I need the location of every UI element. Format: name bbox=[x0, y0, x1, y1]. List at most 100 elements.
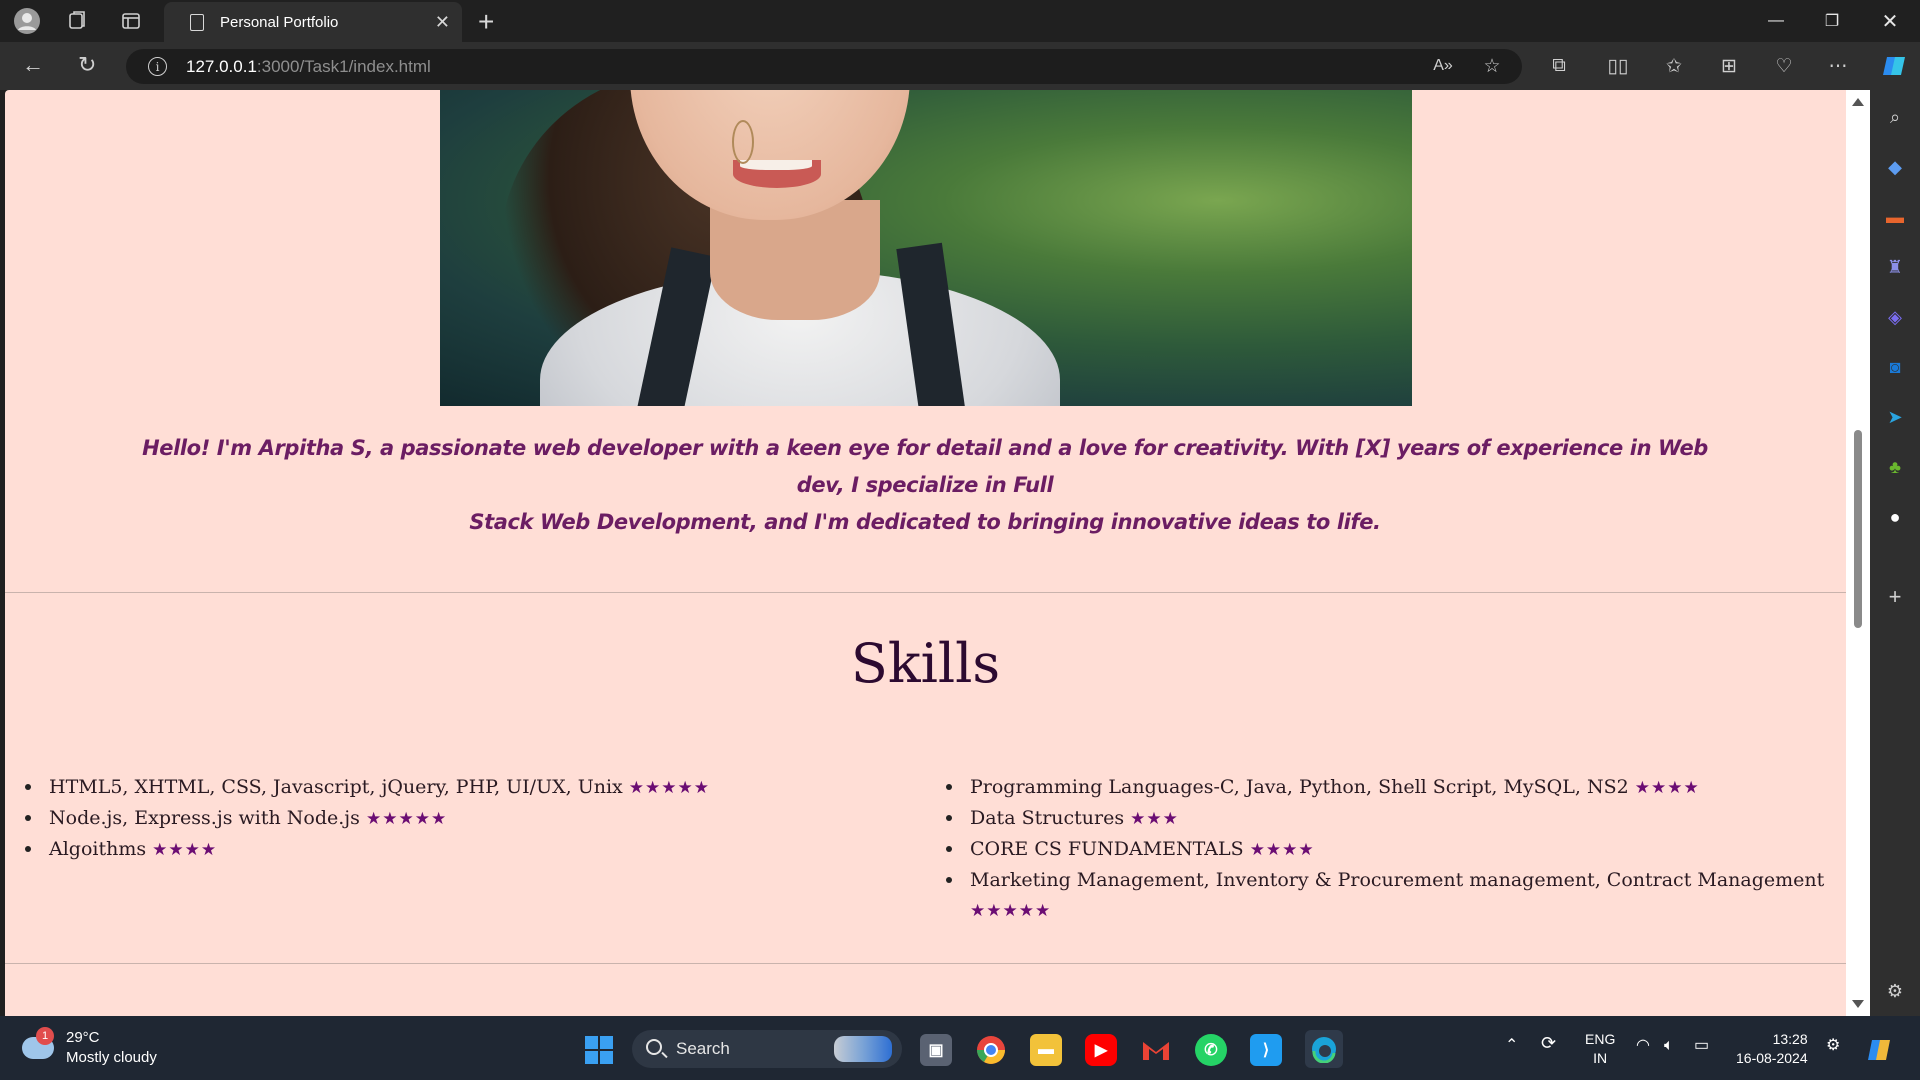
show-hidden-icons[interactable]: ⌃ bbox=[1505, 1036, 1518, 1055]
tab-personal-portfolio[interactable]: Personal Portfolio ✕ bbox=[164, 2, 462, 42]
rating-stars: ★★★ bbox=[1130, 809, 1179, 829]
document-icon bbox=[190, 13, 204, 31]
search-label: Search bbox=[676, 1039, 730, 1058]
language-indicator[interactable]: ENG IN bbox=[1585, 1030, 1615, 1068]
intro-line-1: Hello! I'm Arpitha S, a passionate web d… bbox=[142, 436, 1708, 497]
clock[interactable]: 13:28 16-08-2024 bbox=[1736, 1030, 1808, 1068]
whatsapp-icon[interactable]: ✆ bbox=[1195, 1034, 1227, 1066]
battery-icon[interactable]: ▭ bbox=[1694, 1036, 1709, 1055]
search-highlight-image bbox=[834, 1036, 892, 1062]
rating-stars: ★★★★★ bbox=[628, 778, 710, 798]
close-tab-icon[interactable]: ✕ bbox=[435, 12, 450, 33]
sidebar-add-icon[interactable]: + bbox=[1884, 584, 1906, 609]
sidebar-tree-icon[interactable]: ♣ bbox=[1884, 456, 1906, 478]
rating-stars: ★★★★ bbox=[152, 840, 218, 860]
browser-title-bar: Personal Portfolio ✕ + — ❐ ✕ bbox=[0, 0, 1920, 42]
rating-stars: ★★★★ bbox=[1249, 840, 1315, 860]
skill-item: Data Structures ★★★ bbox=[946, 803, 1826, 834]
site-info-icon[interactable]: i bbox=[148, 57, 167, 76]
tab-title: Personal Portfolio bbox=[220, 13, 339, 31]
rating-stars: ★★★★★ bbox=[970, 901, 1052, 921]
page-viewport: Hello! I'm Arpitha S, a passionate web d… bbox=[5, 90, 1846, 1016]
photo-earring bbox=[732, 120, 754, 164]
gmail-icon[interactable] bbox=[1140, 1034, 1172, 1066]
skill-item: Programming Languages-C, Java, Python, S… bbox=[946, 772, 1826, 803]
address-toolbar: ← ↻ i 127.0.0.1:3000/Task1/index.html A»… bbox=[0, 42, 1920, 90]
windows-start-icon[interactable] bbox=[585, 1036, 613, 1064]
vscode-icon[interactable]: ⟩ bbox=[1250, 1034, 1282, 1066]
split-screen-icon[interactable]: ▯▯ bbox=[1604, 52, 1632, 80]
favorite-star-icon[interactable]: ☆ bbox=[1478, 52, 1506, 80]
sidebar-outlook-icon[interactable]: ◙ bbox=[1884, 356, 1906, 378]
sidebar-search-icon[interactable]: ⌕ bbox=[1884, 106, 1906, 128]
url-host: 127.0.0.1 bbox=[186, 56, 257, 76]
skills-list-left: HTML5, XHTML, CSS, Javascript, jQuery, P… bbox=[25, 772, 925, 865]
intro-paragraph: Hello! I'm Arpitha S, a passionate web d… bbox=[115, 430, 1735, 541]
photo-teeth bbox=[740, 160, 812, 170]
favorites-icon[interactable]: ✩ bbox=[1660, 52, 1688, 80]
scroll-down-icon[interactable] bbox=[1852, 1000, 1864, 1008]
sidebar-games-icon[interactable]: ♜ bbox=[1884, 256, 1906, 278]
sidebar-telegram-icon[interactable]: ➤ bbox=[1884, 406, 1906, 428]
clock-date: 16-08-2024 bbox=[1736, 1050, 1808, 1066]
workspaces-icon[interactable] bbox=[62, 6, 92, 36]
close-window-button[interactable]: ✕ bbox=[1862, 0, 1918, 42]
copilot-icon[interactable] bbox=[1880, 52, 1908, 80]
address-bar[interactable]: i 127.0.0.1:3000/Task1/index.html bbox=[126, 49, 1522, 84]
profile-photo bbox=[440, 90, 1412, 406]
section-divider-bottom bbox=[5, 963, 1846, 964]
scroll-up-icon[interactable] bbox=[1852, 98, 1864, 106]
file-explorer-icon[interactable]: ▬ bbox=[1030, 1034, 1062, 1066]
skill-item: Node.js, Express.js with Node.js ★★★★★ bbox=[25, 803, 925, 834]
section-divider-top bbox=[5, 592, 1846, 593]
chrome-icon[interactable] bbox=[975, 1034, 1007, 1066]
cloud-icon: 1 bbox=[22, 1027, 54, 1059]
skill-item: CORE CS FUNDAMENTALS ★★★★ bbox=[946, 834, 1826, 865]
skill-item: Algoithms ★★★★ bbox=[25, 834, 925, 865]
read-aloud-icon[interactable]: A» bbox=[1429, 52, 1457, 80]
scrollbar-thumb[interactable] bbox=[1854, 430, 1862, 628]
notifications-icon[interactable]: ⚙ bbox=[1826, 1036, 1840, 1055]
extensions-icon[interactable]: ⧉ bbox=[1545, 52, 1573, 80]
collections-icon[interactable]: ⊞ bbox=[1715, 52, 1743, 80]
skill-item: Marketing Management, Inventory & Procur… bbox=[946, 865, 1826, 926]
notification-badge: 1 bbox=[36, 1027, 54, 1045]
sidebar-settings-icon[interactable]: ⚙ bbox=[1884, 980, 1906, 1002]
page-scrollbar[interactable] bbox=[1846, 90, 1870, 1016]
url-path: :3000/Task1/index.html bbox=[256, 56, 431, 76]
more-options-icon[interactable]: ⋯ bbox=[1824, 52, 1852, 80]
browser-sidebar: ⌕ ◆ ▬ ♜ ◈ ◙ ➤ ♣ ● + ⚙ bbox=[1870, 90, 1920, 1016]
sidebar-copilot-icon[interactable]: ◈ bbox=[1884, 306, 1906, 328]
rating-stars: ★★★★★ bbox=[365, 809, 448, 829]
sync-icon[interactable]: ⟳ bbox=[1541, 1034, 1556, 1053]
sidebar-github-icon[interactable]: ● bbox=[1884, 506, 1906, 528]
browser-essentials-icon[interactable]: ♡ bbox=[1770, 52, 1798, 80]
rating-stars: ★★★★ bbox=[1634, 778, 1700, 798]
wifi-icon[interactable]: ◠ bbox=[1636, 1036, 1650, 1055]
copilot-taskbar-icon[interactable] bbox=[1864, 1034, 1896, 1066]
weather-description: Mostly cloudy bbox=[66, 1049, 157, 1066]
edge-icon[interactable] bbox=[1305, 1030, 1343, 1068]
search-icon bbox=[646, 1039, 662, 1055]
sidebar-shopping-icon[interactable]: ◆ bbox=[1884, 156, 1906, 178]
back-icon[interactable]: ← bbox=[22, 52, 44, 78]
volume-icon[interactable]: 🔈︎ bbox=[1664, 1036, 1674, 1055]
temperature: 29°C bbox=[66, 1029, 100, 1046]
intro-line-2: Stack Web Development, and I'm dedicated… bbox=[469, 510, 1381, 534]
minimize-button[interactable]: — bbox=[1748, 0, 1804, 42]
task-view-icon[interactable]: ▣ bbox=[920, 1034, 952, 1066]
weather-widget[interactable]: 1 29°C Mostly cloudy bbox=[22, 1027, 157, 1068]
restore-button[interactable]: ❐ bbox=[1804, 0, 1860, 42]
skills-list-right: Programming Languages-C, Java, Python, S… bbox=[946, 772, 1826, 926]
taskbar-search[interactable]: Search bbox=[632, 1030, 902, 1068]
refresh-icon[interactable]: ↻ bbox=[78, 52, 96, 78]
vertical-tabs-icon[interactable] bbox=[116, 6, 146, 36]
profile-icon[interactable] bbox=[12, 6, 42, 36]
windows-taskbar: 1 29°C Mostly cloudy Search ▣ ▬ ▶ ✆ ⟩ ⌃ … bbox=[0, 1016, 1920, 1080]
clock-time: 13:28 bbox=[1772, 1031, 1808, 1047]
skills-heading: Skills bbox=[850, 632, 1001, 695]
sidebar-tools-icon[interactable]: ▬ bbox=[1884, 206, 1906, 228]
new-tab-button[interactable]: + bbox=[478, 6, 494, 38]
skill-item: HTML5, XHTML, CSS, Javascript, jQuery, P… bbox=[25, 772, 925, 803]
youtube-icon[interactable]: ▶ bbox=[1085, 1034, 1117, 1066]
